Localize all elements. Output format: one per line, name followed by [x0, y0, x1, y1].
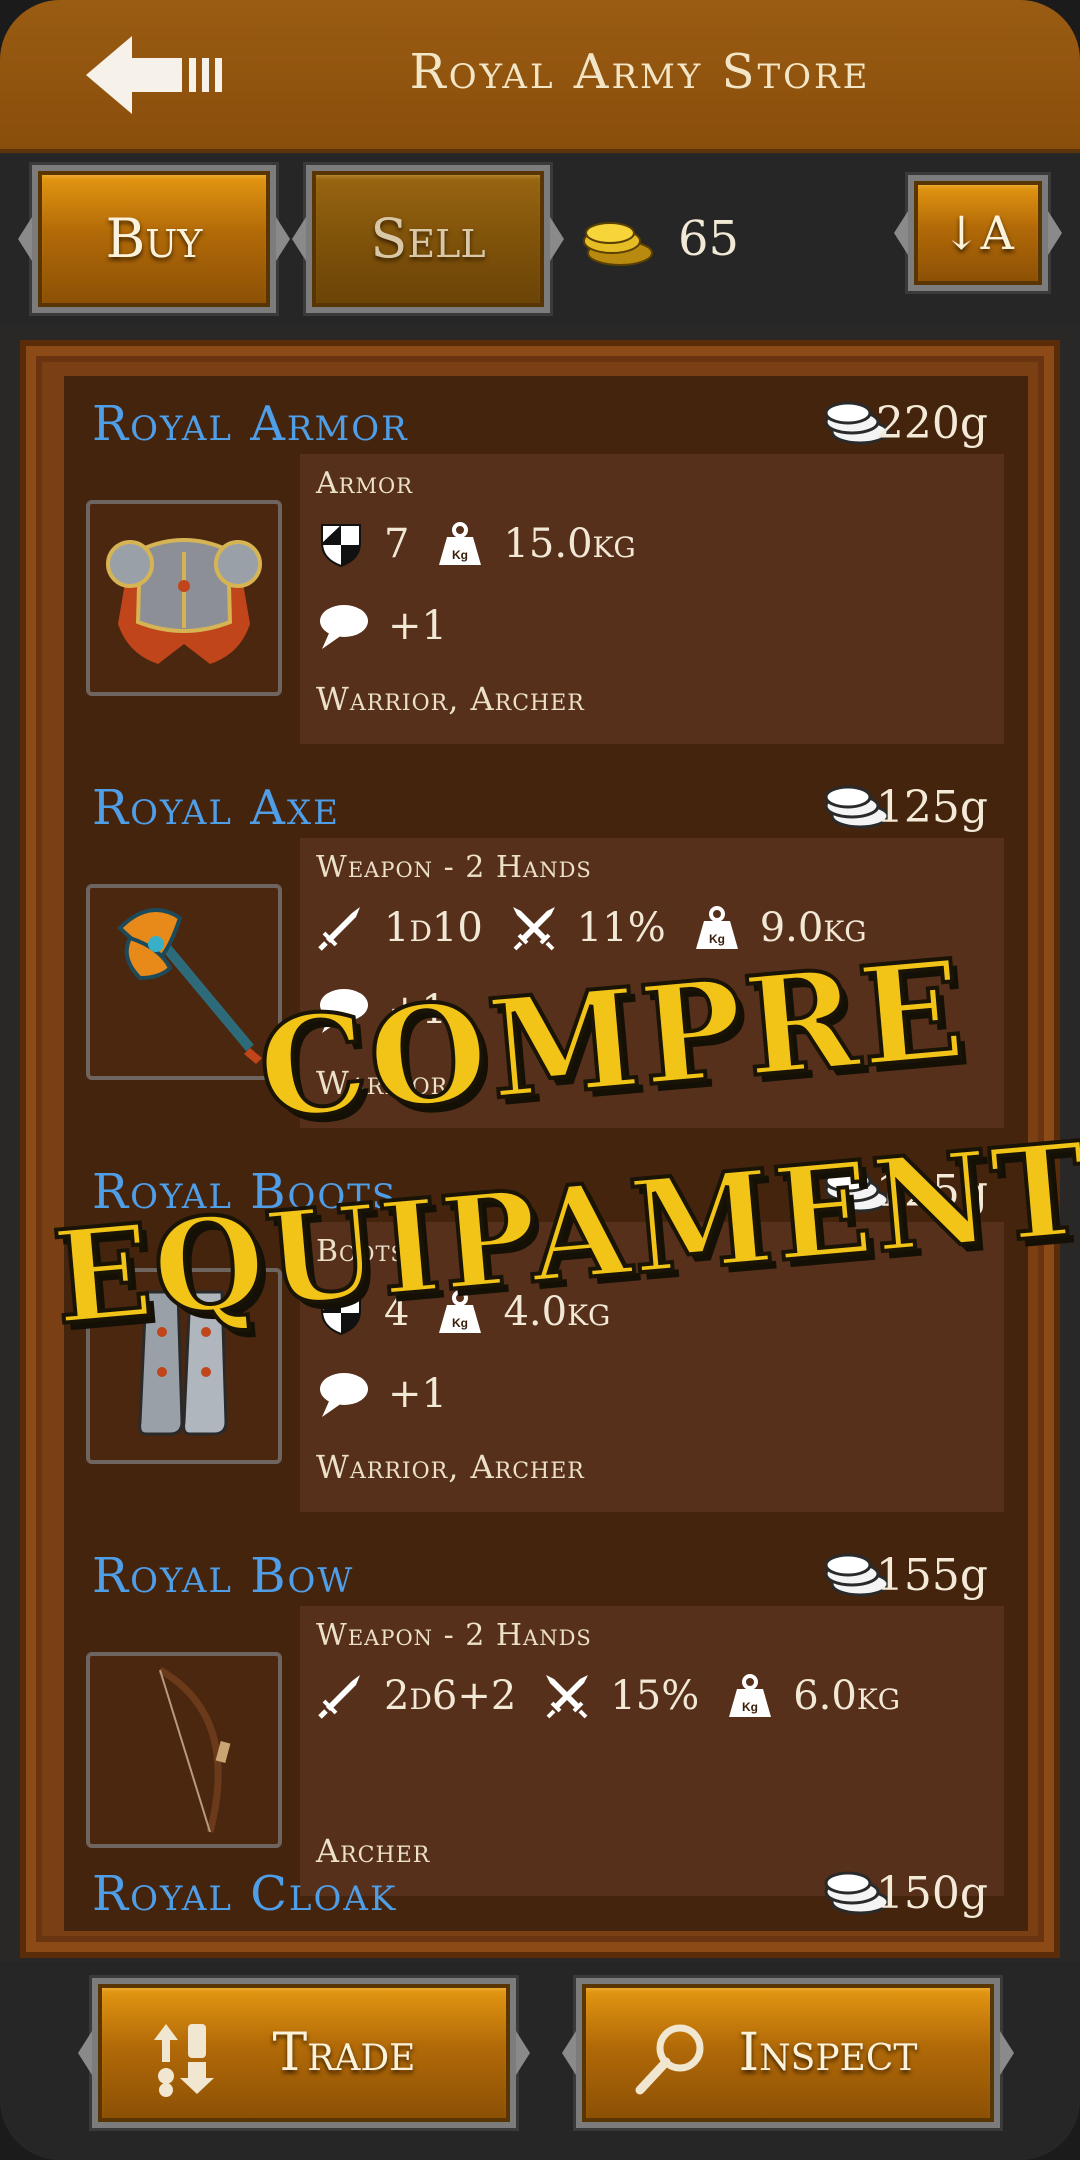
weight-stat: Kg 9.0kg [692, 903, 867, 953]
list-item[interactable]: Royal Axe 125g Weapon - 2 Hands 1d10 11%… [64, 760, 1028, 1144]
item-name: Royal Cloak [92, 1866, 398, 1922]
defense-value: 4 [384, 1289, 410, 1335]
list-item[interactable]: Royal Cloak 150g [64, 1846, 1028, 1931]
item-type: Weapon - 2 Hands [316, 1618, 592, 1653]
shield-icon [321, 524, 361, 568]
page-title: Royal Army Store [409, 44, 871, 100]
item-details: Armor 7 Kg 15.0kg +1 Warrior, Archer [300, 454, 1004, 744]
svg-text:Kg: Kg [452, 1316, 468, 1330]
bonus-value: +1 [388, 1371, 447, 1417]
item-price: 125g [875, 782, 988, 833]
item-price: 155g [875, 1550, 988, 1601]
critical-value: 11% [576, 905, 666, 951]
svg-text:Kg: Kg [709, 932, 725, 946]
item-details: Boots 4 Kg 4.0kg +1 Warrior, Archer [300, 1222, 1004, 1512]
item-price: 125g [875, 1166, 988, 1217]
bonus-value: +1 [388, 987, 447, 1033]
store-screen: Royal Army Store Buy Sell 65 ↓A Royal Ar… [0, 0, 1080, 2160]
bonus-value: +1 [388, 603, 447, 649]
armor-item-image[interactable] [86, 500, 282, 696]
boots-icon [138, 1290, 228, 1436]
item-stats: 2d6+2 15% Kg 6.0kg [316, 1664, 926, 1728]
weight-value: 9.0kg [759, 905, 867, 951]
gold-coins-icon [583, 222, 653, 266]
item-classes: Warrior, Archer [316, 1448, 585, 1486]
defense-value: 7 [384, 521, 410, 567]
sword-icon [318, 1675, 360, 1719]
crossed-swords-icon [546, 1675, 589, 1719]
bow-icon [158, 1666, 231, 1833]
speech-bubble-icon [320, 1373, 368, 1417]
sort-label: ↓A [942, 206, 1014, 260]
item-type: Boots [316, 1234, 406, 1269]
weight-value: 4.0kg [503, 1289, 611, 1335]
sort-button[interactable]: ↓A [908, 175, 1048, 291]
damage-stat: 1d10 [316, 903, 483, 953]
axe-item-image[interactable] [86, 884, 282, 1080]
store-list-frame: Royal Armor 220g Armor 7 Kg 15.0kg +1 Wa… [20, 340, 1060, 1958]
armor-icon [106, 538, 262, 664]
item-type: Weapon - 2 Hands [316, 850, 592, 885]
weight-value: 15.0kg [503, 521, 636, 567]
header-bar: Royal Army Store [0, 0, 1080, 153]
bow-item-image[interactable] [86, 1652, 282, 1848]
item-price: 220g [875, 398, 988, 449]
weight-icon: Kg [439, 522, 482, 565]
item-name: Royal Armor [92, 396, 409, 452]
list-item[interactable]: Royal Armor 220g Armor 7 Kg 15.0kg +1 Wa… [64, 376, 1028, 760]
item-name: Royal Boots [92, 1164, 398, 1220]
speech-bubble-icon [320, 605, 368, 649]
critical-value: 15% [610, 1673, 700, 1719]
store-item-list[interactable]: Royal Armor 220g Armor 7 Kg 15.0kg +1 Wa… [64, 376, 1028, 1931]
trade-icon [154, 2024, 214, 2097]
shield-icon [321, 1292, 361, 1336]
item-classes: Warrior [316, 1064, 449, 1102]
sell-label: Sell [370, 207, 486, 270]
bottom-action-bar: Trade Inspect [0, 1962, 1080, 2160]
inspect-button[interactable]: Inspect [576, 1978, 1000, 2128]
item-bonus: +1 [316, 978, 447, 1042]
boots-item-image[interactable] [86, 1268, 282, 1464]
list-item[interactable]: Royal Boots 125g Boots 4 Kg 4.0kg +1 War… [64, 1144, 1028, 1528]
toolbar: Buy Sell 65 ↓A [0, 155, 1080, 325]
defense-stat: 4 [316, 1287, 409, 1337]
critical-stat: 15% [542, 1671, 699, 1721]
sword-icon [318, 907, 360, 951]
item-stats: 4 Kg 4.0kg [316, 1280, 636, 1344]
coin-balance: 65 [678, 211, 740, 267]
item-type: Armor [316, 466, 414, 501]
critical-stat: 11% [509, 903, 666, 953]
svg-text:Kg: Kg [452, 548, 468, 562]
buy-label: Buy [105, 207, 203, 270]
weight-icon: Kg [729, 1674, 772, 1717]
sell-tab-button[interactable]: Sell [306, 165, 550, 313]
item-price: 150g [875, 1868, 988, 1919]
trade-button[interactable]: Trade [92, 1978, 516, 2128]
axe-icon [117, 908, 262, 1064]
item-bonus: +1 [316, 1362, 447, 1426]
item-bonus: +1 [316, 594, 447, 658]
crossed-swords-icon [512, 907, 555, 951]
item-name: Royal Bow [92, 1548, 355, 1604]
weight-stat: Kg 15.0kg [435, 519, 636, 569]
item-classes: Warrior, Archer [316, 680, 585, 718]
weight-stat: Kg 4.0kg [435, 1287, 610, 1337]
item-name: Royal Axe [92, 780, 340, 836]
item-details: Weapon - 2 Hands 1d10 11% Kg 9.0kg +1 Wa… [300, 838, 1004, 1128]
svg-text:Kg: Kg [742, 1700, 758, 1714]
defense-stat: 7 [316, 519, 409, 569]
damage-stat: 2d6+2 [316, 1671, 516, 1721]
item-stats: 1d10 11% Kg 9.0kg [316, 896, 893, 960]
speech-bubble-icon [320, 989, 368, 1033]
item-stats: 7 Kg 15.0kg [316, 512, 662, 576]
buy-tab-button[interactable]: Buy [32, 165, 276, 313]
magnifier-icon [635, 2024, 704, 2095]
weight-icon: Kg [695, 906, 738, 949]
weight-stat: Kg 6.0kg [725, 1671, 900, 1721]
damage-value: 1d10 [384, 905, 483, 951]
damage-value: 2d6+2 [384, 1673, 517, 1719]
weight-icon: Kg [439, 1290, 482, 1333]
weight-value: 6.0kg [793, 1673, 901, 1719]
